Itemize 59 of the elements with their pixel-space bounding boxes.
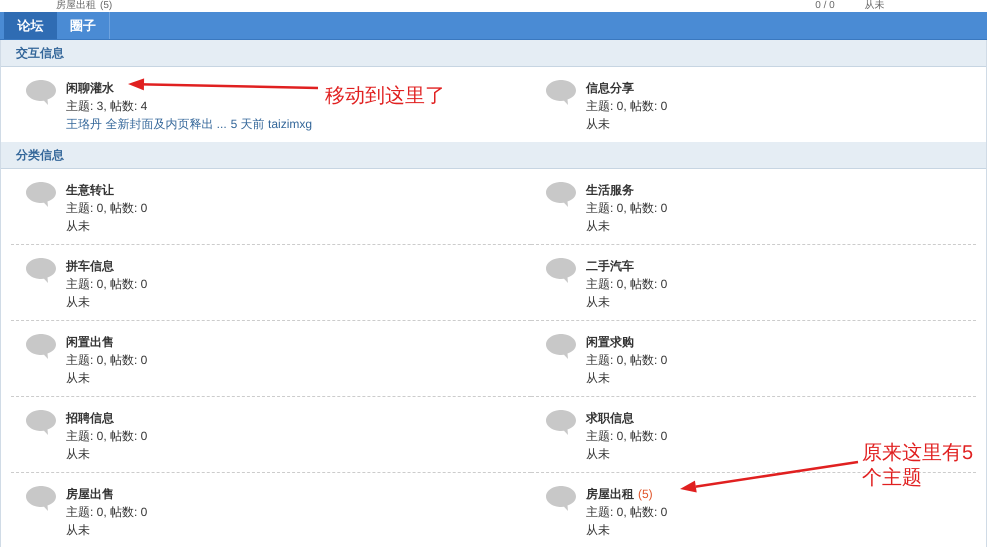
last-post: 从未 (66, 218, 91, 235)
speech-bubble-icon (25, 79, 57, 106)
forum-title[interactable]: 生活服务 (586, 181, 634, 199)
forum-title[interactable]: 房屋出售 (66, 485, 114, 503)
speech-bubble-icon (25, 257, 57, 284)
speech-bubble-icon (545, 181, 577, 208)
last-post: 从未 (586, 218, 611, 235)
speech-bubble-icon (545, 257, 577, 284)
forum-stats: 主题: 0, 帖数: 0 (66, 504, 148, 521)
last-post: 从未 (66, 446, 91, 463)
speech-bubble-icon (545, 409, 577, 436)
last-post: 从未 (586, 446, 611, 463)
forum-stats: 主题: 0, 帖数: 0 (586, 98, 668, 115)
tab[interactable]: 论坛 (4, 12, 57, 39)
forum-stats: 主题: 0, 帖数: 0 (66, 352, 148, 369)
forum-title[interactable]: 闲聊灌水 (66, 79, 114, 97)
last-post-link[interactable]: 王珞丹 全新封面及内页释出 ... (66, 115, 227, 133)
new-post-count: (5) (638, 486, 653, 503)
last-post-meta: 5 天前 taizimxg (230, 116, 312, 133)
tab[interactable]: 圈子 (57, 12, 110, 39)
annotation-text: 移动到这里了 (325, 85, 445, 107)
section-title[interactable]: 交互信息 (16, 44, 64, 62)
forum-title[interactable]: 招聘信息 (66, 409, 114, 427)
speech-bubble-icon (25, 181, 57, 208)
new-post-count: (5) (100, 0, 112, 12)
last-post: 从未 (586, 370, 611, 387)
annotation-text: 原来这里有5 个主题 (862, 442, 974, 489)
last-post: 从未 (66, 522, 91, 539)
speech-bubble-icon (25, 333, 57, 360)
forum-title[interactable]: 二手汽车 (586, 257, 634, 275)
forum-stats: 主题: 0, 帖数: 0 (586, 276, 668, 293)
forum-title[interactable]: 闲置出售 (66, 333, 114, 351)
speech-bubble-icon (545, 79, 577, 106)
forum-stats: 主题: 0, 帖数: 0 (586, 352, 668, 369)
last-post: 从未 (66, 370, 91, 387)
forum-title[interactable]: 生意转让 (66, 181, 114, 199)
section-title[interactable]: 分类信息 (16, 146, 64, 164)
forum-stats: 主题: 0, 帖数: 0 (586, 504, 668, 521)
speech-bubble-icon (25, 485, 57, 512)
forum-title[interactable]: 闲置求购 (586, 333, 634, 351)
forum-stats: 主题: 0, 帖数: 0 (66, 276, 148, 293)
forum-title[interactable]: 拼车信息 (66, 257, 114, 275)
last-post: 从未 (586, 294, 611, 311)
forum-title[interactable]: 信息分享 (586, 79, 634, 97)
forum-stats: 0 / 0 (815, 0, 835, 12)
last-post: 从未 (586, 116, 611, 133)
last-post: 从未 (864, 0, 885, 12)
forum-stats: 主题: 0, 帖数: 0 (66, 200, 148, 217)
last-post: 从未 (586, 522, 611, 539)
forum-stats: 主题: 0, 帖数: 0 (586, 428, 668, 445)
speech-bubble-icon (545, 333, 577, 360)
forum-title[interactable]: 求职信息 (586, 409, 634, 427)
forum-stats: 主题: 0, 帖数: 0 (66, 428, 148, 445)
forum-title[interactable]: 房屋出租 (586, 485, 634, 503)
speech-bubble-icon (545, 485, 577, 512)
speech-bubble-icon (25, 409, 57, 436)
last-post: 从未 (66, 294, 91, 311)
forum-stats: 主题: 0, 帖数: 0 (586, 200, 668, 217)
forum-stats: 主题: 3, 帖数: 4 (66, 98, 148, 115)
